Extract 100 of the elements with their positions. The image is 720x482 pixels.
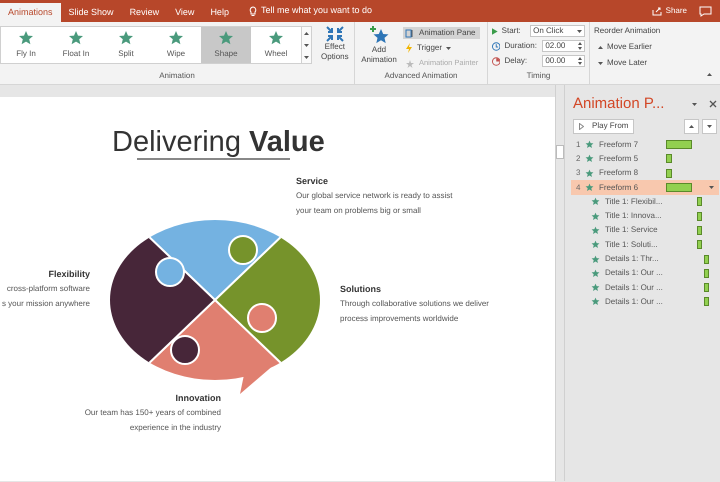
star-icon	[591, 297, 600, 306]
section-text: Through collaborative solutions we deliver	[340, 298, 489, 310]
up-caret-icon	[598, 46, 603, 48]
arrows-inward-icon	[326, 26, 344, 42]
animation-item[interactable]: Details 1: Our ...	[571, 266, 719, 280]
item-number: 2	[576, 152, 582, 165]
effect-item[interactable]: Shape	[201, 27, 251, 63]
move-up-button[interactable]	[684, 118, 699, 134]
section-heading: Innovation	[176, 392, 221, 405]
ribbon-tab[interactable]: Help	[202, 3, 237, 22]
vertical-scrollbar[interactable]	[555, 85, 565, 481]
scroll-up-icon[interactable]	[304, 32, 309, 34]
animation-item[interactable]: Details 1: Our ...	[571, 294, 719, 310]
dropdown-caret-icon[interactable]	[692, 102, 697, 106]
item-number: 1	[576, 138, 582, 151]
spin-arrows-icon	[578, 57, 582, 65]
pane-title: Animation P...	[573, 94, 664, 114]
star-icon	[268, 30, 284, 46]
item-number: 3	[576, 167, 582, 180]
section-heading: Flexibility	[48, 268, 90, 281]
delay-spinner[interactable]: 00.00	[542, 55, 585, 67]
group-label: Advanced Animation	[384, 70, 458, 82]
trigger-button[interactable]: Trigger	[403, 42, 480, 54]
effect-item[interactable]: Wheel	[251, 27, 301, 63]
star-icon	[585, 154, 594, 164]
animation-item[interactable]: 1 Freeform 7	[571, 138, 719, 152]
section-text: process improvements worldwide	[340, 313, 458, 325]
effect-item[interactable]: Float In	[51, 27, 101, 63]
star-plus-icon	[369, 25, 389, 45]
close-icon[interactable]	[709, 100, 717, 108]
start-dropdown[interactable]: On Click	[530, 25, 585, 37]
move-down-button[interactable]	[702, 118, 717, 134]
star-brush-icon	[405, 58, 415, 68]
lightbulb-icon	[248, 6, 257, 16]
scroll-thumb[interactable]	[556, 145, 564, 159]
animation-item[interactable]: 4 Freeform 6	[571, 180, 719, 195]
ribbon-tab[interactable]: Slide Show	[60, 3, 122, 22]
clock-icon	[492, 42, 500, 50]
animation-item[interactable]: 2 Freeform 5	[571, 152, 719, 166]
collapse-ribbon-icon[interactable]	[707, 73, 712, 76]
effect-item[interactable]: Split	[101, 27, 151, 63]
section-text: experience in the industry	[130, 422, 221, 434]
animation-item[interactable]: 3 Freeform 8	[571, 166, 719, 180]
animation-item[interactable]: Title 1: Soluti...	[571, 238, 719, 252]
up-caret-icon	[689, 124, 694, 128]
effect-item[interactable]: Fly In	[1, 27, 51, 63]
dropdown-caret-icon[interactable]	[709, 186, 714, 190]
share-icon	[652, 6, 662, 16]
animation-item[interactable]: Details 1: Thr...	[571, 252, 719, 266]
star-icon	[168, 30, 184, 46]
reorder-heading: Reorder Animation	[594, 25, 662, 37]
caret-icon	[446, 46, 452, 50]
move-later-button[interactable]: Move Later	[594, 57, 664, 69]
ribbon-tab[interactable]: Animations	[0, 3, 61, 22]
play-outline-icon	[579, 122, 584, 130]
play-from-button[interactable]: Play From	[573, 118, 634, 134]
section-text: s your mission anywhere	[2, 298, 90, 310]
down-caret-icon	[707, 124, 712, 128]
duration-spinner[interactable]: 02.00	[542, 40, 585, 52]
star-icon	[585, 183, 594, 192]
effect-item[interactable]: Wipe	[151, 27, 201, 63]
group-label: Animation	[159, 70, 195, 82]
move-earlier-button[interactable]: Move Earlier	[594, 41, 664, 53]
section-heading: Solutions	[340, 283, 381, 296]
effect-options-button[interactable]: Effect Options	[316, 26, 354, 70]
spin-arrows-icon	[578, 42, 582, 50]
star-icon	[591, 212, 600, 221]
comment-icon[interactable]	[699, 6, 712, 16]
star-icon	[591, 268, 600, 278]
star-icon	[585, 168, 594, 178]
down-caret-icon	[598, 62, 603, 64]
add-animation-button[interactable]: Add Animation	[359, 25, 399, 70]
more-icon[interactable]	[304, 56, 309, 58]
animation-item[interactable]: Title 1: Innova...	[571, 208, 719, 224]
slide-title: Delivering Value	[112, 125, 325, 160]
section-text: Our team has 150+ years of combined	[84, 407, 221, 419]
section-heading: Service	[296, 175, 328, 188]
animation-item[interactable]: Title 1: Service	[571, 223, 719, 238]
item-number: 4	[576, 182, 582, 194]
animation-item[interactable]: Title 1: Flexibil...	[571, 194, 719, 209]
delay-label: Delay:	[504, 55, 528, 67]
star-icon	[591, 240, 600, 250]
star-icon	[18, 30, 34, 46]
ribbon-tab[interactable]: View	[167, 3, 202, 22]
star-icon	[68, 30, 84, 46]
share-button[interactable]: Share	[652, 5, 687, 17]
animation-item[interactable]: Details 1: Our ...	[571, 280, 719, 295]
ribbon-tab[interactable]: Review	[122, 3, 168, 22]
lightning-icon	[405, 43, 413, 53]
tell-me-search[interactable]: Tell me what you want to do	[260, 4, 372, 18]
animation-pane-button[interactable]: Animation Pane	[403, 27, 480, 39]
section-text: your team on problems big or small	[296, 205, 421, 217]
star-icon	[591, 254, 600, 264]
star-icon	[218, 30, 234, 46]
scroll-down-icon[interactable]	[304, 44, 309, 46]
pane-icon	[405, 28, 415, 38]
dropdown-caret-icon	[577, 30, 582, 32]
group-label: Timing	[526, 70, 550, 82]
start-label: Start:	[502, 25, 522, 37]
section-text: cross-platform software	[6, 283, 90, 295]
